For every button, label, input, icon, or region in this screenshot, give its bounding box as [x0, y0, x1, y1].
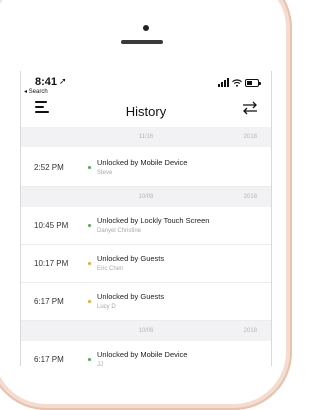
- section-date: 10/06: [138, 328, 154, 334]
- app-screen: 8:41 ➚ ◂ Search History 11/16 2018 2:52 …: [20, 71, 272, 366]
- swap-arrows-icon[interactable]: [241, 101, 259, 115]
- event-time: 6:17 PM: [34, 297, 64, 306]
- event-user: Danyel Christine: [97, 228, 142, 234]
- event-title: Unlocked by Guests: [97, 254, 165, 263]
- status-bar: 8:41 ➚ ◂ Search: [21, 71, 271, 95]
- event-title: Unlocked by Guests: [97, 292, 165, 301]
- status-time: 8:41: [35, 76, 58, 88]
- section-header: 10/08 2018: [21, 187, 271, 207]
- history-row[interactable]: 10:45 PM Unlocked by Lockly Touch Screen…: [21, 207, 271, 245]
- event-time: 10:45 PM: [34, 221, 69, 230]
- page-title: History: [125, 104, 167, 119]
- status-dot-icon: [88, 300, 91, 303]
- signal-icon: [218, 78, 229, 87]
- event-title: Unlocked by Mobile Device: [97, 350, 188, 359]
- event-user: Steve: [97, 170, 113, 176]
- history-row[interactable]: 6:17 PM Unlocked by Guests Lucy D: [21, 283, 271, 321]
- event-title: Unlocked by Lockly Touch Screen: [97, 216, 210, 225]
- section-year: 2018: [243, 194, 257, 200]
- status-dot-icon: [88, 262, 91, 265]
- event-time: 2:52 PM: [34, 163, 64, 172]
- event-time: 10:17 PM: [34, 259, 69, 268]
- section-header: 10/06 2018: [21, 321, 271, 341]
- section-year: 2018: [243, 134, 257, 140]
- event-title: Unlocked by Mobile Device: [97, 158, 188, 167]
- history-row[interactable]: 10:17 PM Unlocked by Guests Eric Chen: [21, 245, 271, 283]
- history-row[interactable]: 2:52 PM Unlocked by Mobile Device Steve: [21, 147, 271, 187]
- battery-icon: [245, 79, 261, 87]
- earpiece-speaker: [121, 40, 163, 44]
- status-dot-icon: [88, 224, 91, 227]
- section-date: 11/16: [138, 134, 154, 140]
- front-camera: [143, 25, 149, 31]
- section-header: 11/16 2018: [21, 127, 271, 147]
- event-user: JJ: [97, 362, 103, 366]
- section-date: 10/08: [138, 194, 154, 200]
- event-time: 6:17 PM: [34, 355, 64, 364]
- status-dot-icon: [88, 358, 91, 361]
- wifi-icon: [232, 79, 242, 87]
- nav-bar: History: [21, 93, 271, 127]
- event-user: Lucy D: [97, 304, 116, 310]
- location-arrow-icon: ➚: [59, 76, 67, 86]
- event-user: Eric Chen: [97, 266, 124, 272]
- history-row[interactable]: 6:17 PM Unlocked by Mobile Device JJ: [21, 341, 271, 366]
- section-year: 2018: [243, 328, 257, 334]
- status-dot-icon: [88, 166, 91, 169]
- status-icons: [218, 77, 261, 87]
- history-list: 11/16 2018 2:52 PM Unlocked by Mobile De…: [21, 127, 271, 366]
